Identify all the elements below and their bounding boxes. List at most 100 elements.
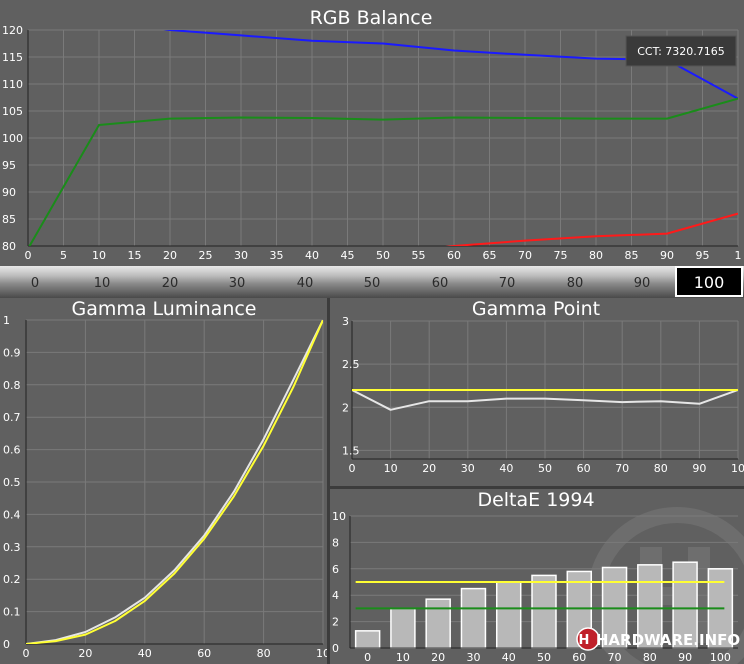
x-tick-label: 0: [23, 647, 30, 660]
level-option-60[interactable]: 60: [432, 276, 449, 291]
y-tick-label: 85: [2, 213, 16, 226]
y-tick-label: 80: [2, 240, 16, 253]
deltae-bar: [495, 581, 522, 649]
x-tick-label: 10: [316, 647, 327, 660]
x-tick-label: 5: [60, 249, 67, 262]
x-tick-label: 100: [710, 651, 731, 664]
deltae-bar: [425, 598, 451, 649]
deltae-bar: [531, 574, 557, 649]
x-tick-label: 80: [257, 647, 271, 660]
gamma-luminance-chart: Gamma Luminance 0 0.1 0.2 0.3 0.4 0.5 0.6 0.7 0.8…: [3, 298, 327, 660]
level-option-70[interactable]: 70: [499, 276, 516, 291]
x-tick-label: 90: [660, 249, 674, 262]
x-tick-label: 45: [341, 249, 355, 262]
x-tick-label: 90: [678, 651, 692, 664]
selected-level-label[interactable]: 100: [694, 273, 725, 292]
gamma-point-panel: Gamma Point 1.5 2 2.5 3 0 10 20 30 40 50 60 70 80 90 10: [330, 298, 744, 486]
y-tick-label: 4: [332, 589, 339, 602]
y-tick-label: 105: [2, 105, 23, 118]
y-tick-label: 120: [2, 24, 23, 37]
x-tick-label: 20: [163, 249, 177, 262]
y-tick-label: 0.8: [3, 379, 21, 392]
x-tick-label: 40: [138, 647, 152, 660]
x-tick-label: 30: [461, 462, 475, 475]
y-tick-label: 0: [332, 642, 339, 655]
rgb-balance-panel: RGB Balance 80 85 90 95 100 105 110 115 120 0 5 10 15…: [0, 0, 744, 266]
x-tick-label: 80: [643, 651, 657, 664]
x-tick-label: 0: [349, 462, 356, 475]
chart-title: Gamma Luminance: [71, 298, 256, 320]
level-option-50[interactable]: 50: [364, 276, 381, 291]
y-tick-label: 100: [2, 132, 23, 145]
x-tick-label: 70: [615, 462, 629, 475]
x-tick-label: 0: [364, 651, 371, 664]
x-tick-label: 60: [447, 249, 461, 262]
x-tick-label: 20: [78, 647, 92, 660]
x-tick-label: 0: [25, 249, 32, 262]
x-tick-label: 70: [608, 651, 622, 664]
chart-title: RGB Balance: [310, 7, 433, 29]
x-tick-label: 60: [197, 647, 211, 660]
deltae-chart: DeltaE 199402468100 10 20 30 40 50 60 70 80 90 100…: [332, 489, 744, 664]
gamma-luminance-panel: Gamma Luminance 0 0.1 0.2 0.3 0.4 0.5 0.6 0.7 0.8…: [0, 298, 327, 664]
y-tick-label: 0.4: [3, 508, 21, 521]
x-tick-label: 65: [483, 249, 497, 262]
y-tick-label: 115: [2, 51, 23, 64]
y-tick-label: 0.7: [3, 411, 21, 424]
level-option-10[interactable]: 10: [94, 276, 111, 291]
deltae-bar: [390, 607, 416, 649]
y-tick-label: 95: [2, 159, 16, 172]
y-tick-label: 110: [2, 78, 23, 91]
x-tick-label: 15: [128, 249, 142, 262]
x-tick-label: 40: [502, 651, 516, 664]
x-tick-label: 50: [376, 249, 390, 262]
level-option-90[interactable]: 90: [634, 276, 651, 291]
x-tick-label: 95: [696, 249, 710, 262]
x-tick-label: 40: [499, 462, 513, 475]
x-tick-label: 60: [577, 462, 591, 475]
x-tick-label: 60: [572, 651, 586, 664]
y-tick-label: 0.2: [3, 573, 21, 586]
deltae-bar: [460, 587, 487, 649]
level-option-40[interactable]: 40: [297, 276, 314, 291]
deltae-bar: [354, 630, 381, 649]
y-tick-label: 6: [332, 563, 339, 576]
x-tick-label: 90: [692, 462, 706, 475]
x-tick-label: 85: [625, 249, 639, 262]
y-tick-label: 0.9: [3, 346, 21, 359]
x-tick-label: 80: [589, 249, 603, 262]
level-option-0[interactable]: 0: [31, 276, 39, 291]
y-tick-label: 3: [342, 315, 349, 328]
x-tick-label: 10: [396, 651, 410, 664]
chart-title: DeltaE 1994: [477, 489, 594, 511]
logo-wordmark: HARDWARE.INFO: [596, 631, 740, 649]
x-tick-label: 10: [731, 462, 744, 475]
x-tick-label: 1: [735, 249, 742, 262]
deltae-panel: DeltaE 1994 0 2 4 6 8 10 0 10 20 30 40 50 60 70 80 90 100…: [330, 489, 744, 664]
level-option-80[interactable]: 80: [567, 276, 584, 291]
level-option-20[interactable]: 20: [162, 276, 179, 291]
x-tick-label: 35: [270, 249, 284, 262]
level-option-30[interactable]: 30: [229, 276, 246, 291]
rgb-balance-chart: RGB Balance808590951001051101151200 5 10 15…: [2, 7, 742, 262]
x-tick-label: 50: [537, 651, 551, 664]
y-tick-label: 2.5: [342, 358, 360, 371]
x-tick-label: 10: [384, 462, 398, 475]
y-tick-label: 1: [3, 314, 10, 327]
chart-title: Gamma Point: [472, 298, 600, 320]
y-tick-label: 90: [2, 186, 16, 199]
x-tick-label: 20: [431, 651, 445, 664]
cct-annotation: CCT: 7320.7165: [625, 35, 737, 67]
x-tick-label: 20: [422, 462, 436, 475]
gamma-point-chart: Gamma Point1.522.530 10 20 30 40 50 60 70 80 90 10: [342, 298, 744, 475]
x-tick-label: 30: [466, 651, 480, 664]
x-tick-label: 25: [199, 249, 213, 262]
x-tick-label: 40: [305, 249, 319, 262]
y-tick-label: 10: [332, 510, 346, 523]
level-selector[interactable]: 0 10 20 30 40 50 60 70 80 90 100: [0, 266, 744, 298]
hardware-info-logo: H HARDWARE.INFO: [576, 627, 740, 651]
y-tick-label: 0.6: [3, 444, 21, 457]
x-tick-label: 55: [412, 249, 426, 262]
y-tick-label: 8: [332, 536, 339, 549]
level-selector-strip[interactable]: 0 10 20 30 40 50 60 70 80 90 100: [0, 266, 744, 298]
